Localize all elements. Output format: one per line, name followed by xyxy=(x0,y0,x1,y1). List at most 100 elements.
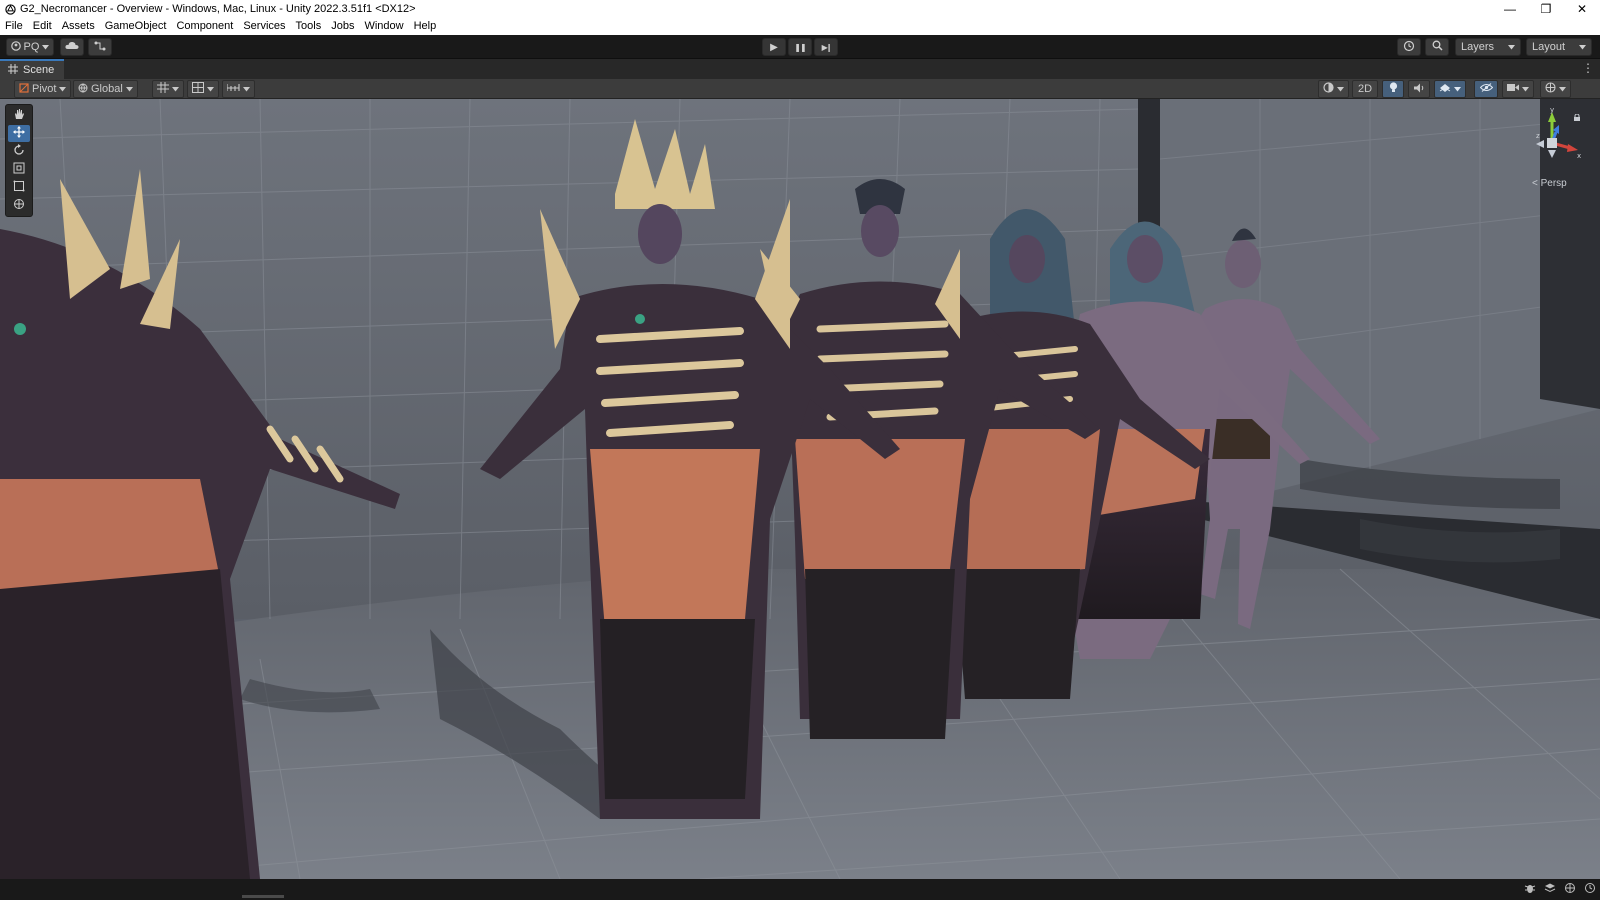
gizmo-y-label: y xyxy=(1550,108,1554,114)
menu-component[interactable]: Component xyxy=(171,18,238,35)
menu-tools[interactable]: Tools xyxy=(291,18,327,35)
account-dropdown[interactable]: PQ xyxy=(6,38,54,56)
hand-icon xyxy=(13,108,25,123)
network-icon[interactable] xyxy=(1564,882,1576,897)
search-button[interactable] xyxy=(1425,38,1449,56)
menu-file[interactable]: File xyxy=(0,18,28,35)
gizmos-dropdown[interactable] xyxy=(1540,80,1571,98)
gizmo-sphere-icon xyxy=(1545,82,1556,96)
grid-visibility-dropdown[interactable] xyxy=(187,80,219,98)
status-progress-bar xyxy=(242,895,284,898)
title-bar: G2_Necromancer - Overview - Windows, Mac… xyxy=(0,0,1600,18)
play-button[interactable]: ▶ xyxy=(762,38,786,56)
status-icons xyxy=(1524,882,1596,897)
rect-tool[interactable] xyxy=(8,179,30,196)
account-label: PQ xyxy=(23,41,40,53)
transform-icon xyxy=(13,198,25,213)
perspective-toggle[interactable]: < Persp xyxy=(1532,178,1567,189)
more-options-icon[interactable]: ⋮ xyxy=(1582,61,1594,75)
pause-icon: ❚❚ xyxy=(794,42,806,52)
transform-tool[interactable] xyxy=(8,197,30,214)
pivot-label: Pivot xyxy=(32,83,57,95)
global-dropdown[interactable]: Global xyxy=(73,80,138,98)
chevron-down-icon xyxy=(1522,83,1529,95)
layers-dropdown[interactable]: Layers xyxy=(1455,38,1521,56)
menu-bar: File Edit Assets GameObject Component Se… xyxy=(0,18,1600,35)
scene-render xyxy=(0,99,1600,879)
lock-icon[interactable] xyxy=(1574,110,1580,124)
lighting-toggle[interactable] xyxy=(1382,80,1404,98)
scene-viewport[interactable] xyxy=(0,99,1600,879)
unity-logo-icon xyxy=(4,3,16,15)
hand-tool[interactable] xyxy=(8,107,30,124)
play-controls: ▶ ❚❚ ▶❙ xyxy=(762,38,838,56)
move-tool[interactable] xyxy=(8,125,30,142)
tab-scene[interactable]: Scene xyxy=(0,59,65,79)
menu-help[interactable]: Help xyxy=(409,18,442,35)
menu-gameobject[interactable]: GameObject xyxy=(100,18,172,35)
status-bar xyxy=(0,879,1600,900)
scene-visibility-toggle[interactable] xyxy=(1474,80,1498,98)
chevron-down-icon xyxy=(42,41,50,53)
scale-tool[interactable] xyxy=(8,161,30,178)
menu-jobs[interactable]: Jobs xyxy=(326,18,359,35)
version-control-button[interactable] xyxy=(88,38,112,56)
chevron-down-icon xyxy=(1559,83,1566,95)
branch-icon xyxy=(94,41,106,54)
effects-icon xyxy=(1439,83,1451,96)
ruler-icon xyxy=(226,82,240,96)
shading-sphere-icon xyxy=(1323,82,1334,96)
chevron-down-icon xyxy=(1508,41,1515,53)
close-button[interactable]: ✕ xyxy=(1564,0,1600,18)
hidden-eye-icon xyxy=(1479,83,1493,95)
orientation-gizmo[interactable]: y x z xyxy=(1522,106,1582,188)
scene-tab-bar: Scene ⋮ xyxy=(0,59,1600,79)
scale-icon xyxy=(13,162,25,177)
pivot-dropdown[interactable]: Pivot xyxy=(14,80,72,98)
minimize-button[interactable]: — xyxy=(1492,0,1528,18)
menu-services[interactable]: Services xyxy=(238,18,290,35)
global-label: Global xyxy=(91,83,123,95)
grid-visibility-icon xyxy=(192,82,204,96)
cloud-button[interactable] xyxy=(60,38,84,56)
audio-toggle[interactable] xyxy=(1408,80,1430,98)
toggle-2d-button[interactable]: 2D xyxy=(1352,80,1378,98)
cloud-icon xyxy=(65,41,79,53)
pause-button[interactable]: ❚❚ xyxy=(788,38,812,56)
undo-history-button[interactable] xyxy=(1397,38,1421,56)
chevron-down-icon xyxy=(59,83,67,95)
history-icon xyxy=(1403,40,1415,55)
chevron-down-icon xyxy=(207,83,214,95)
effects-dropdown[interactable] xyxy=(1434,80,1466,98)
camera-icon xyxy=(1507,83,1519,95)
layout-dropdown[interactable]: Layout xyxy=(1526,38,1592,56)
grid-icon xyxy=(8,63,18,77)
menu-edit[interactable]: Edit xyxy=(28,18,57,35)
scene-toolbar: Pivot Global 2D xyxy=(0,79,1600,99)
bug-icon[interactable] xyxy=(1524,882,1536,897)
play-icon: ▶ xyxy=(770,41,778,53)
chevron-down-icon xyxy=(1579,41,1586,53)
clock-icon[interactable] xyxy=(1584,882,1596,897)
speaker-icon xyxy=(1413,83,1425,96)
grid-snap-dropdown[interactable] xyxy=(152,80,184,98)
chevron-down-icon xyxy=(172,83,179,95)
camera-settings-dropdown[interactable] xyxy=(1502,80,1534,98)
step-button[interactable]: ▶❙ xyxy=(814,38,838,56)
window-controls: — ❐ ✕ xyxy=(1492,0,1600,18)
pivot-icon xyxy=(19,82,29,96)
draw-mode-dropdown[interactable] xyxy=(1318,80,1349,98)
menu-assets[interactable]: Assets xyxy=(57,18,100,35)
increment-snap-dropdown[interactable] xyxy=(222,80,255,98)
rotate-tool[interactable] xyxy=(8,143,30,160)
layers-label: Layers xyxy=(1461,41,1495,53)
gizmo-x-label: x xyxy=(1577,152,1581,160)
tool-palette xyxy=(5,104,33,217)
layers-stack-icon[interactable] xyxy=(1544,882,1556,897)
step-icon: ▶❙ xyxy=(821,42,833,52)
tab-scene-label: Scene xyxy=(23,64,55,76)
restore-button[interactable]: ❐ xyxy=(1528,0,1564,18)
main-toolbar: PQ ▶ ❚❚ ▶❙ Layers Layout xyxy=(0,35,1600,59)
grid-snap-icon xyxy=(157,82,169,96)
menu-window[interactable]: Window xyxy=(359,18,408,35)
